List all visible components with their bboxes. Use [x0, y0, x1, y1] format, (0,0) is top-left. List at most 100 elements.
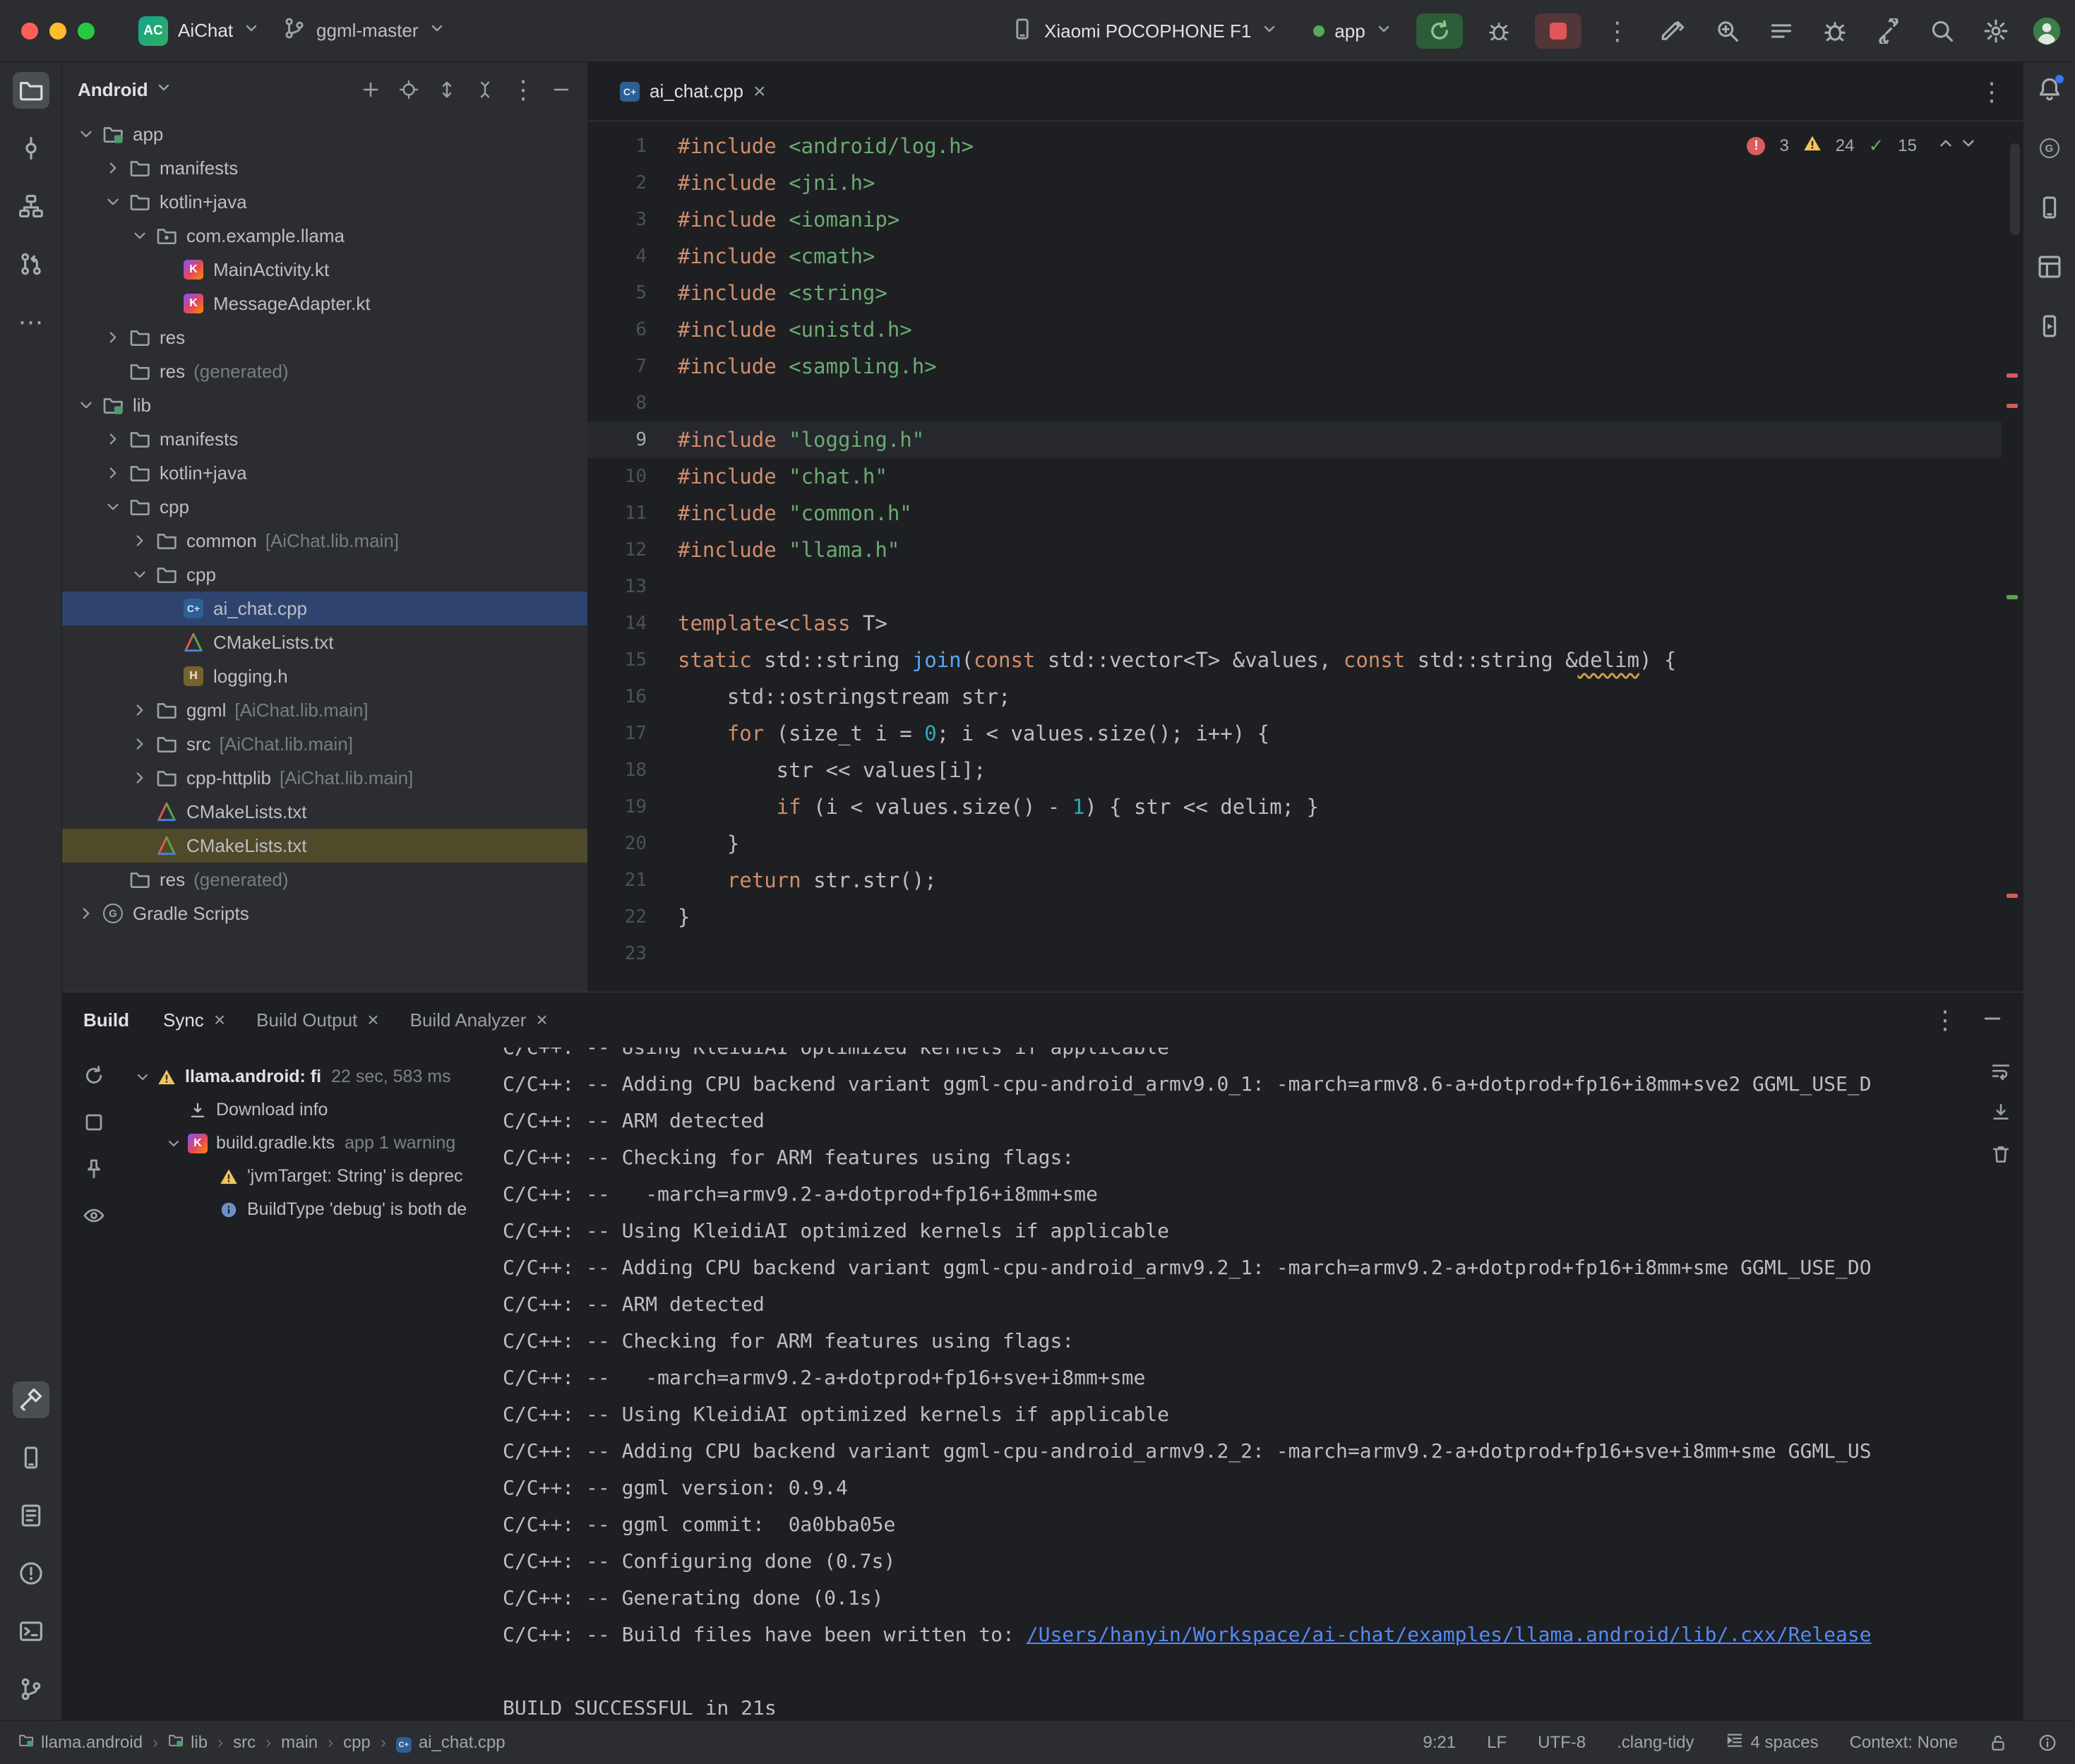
tree-item-logging-h[interactable]: Hlogging.h: [62, 659, 587, 693]
line-number[interactable]: 14: [587, 605, 678, 642]
tree-item-messageadapter-kt[interactable]: KMessageAdapter.kt: [62, 287, 587, 320]
ai-assistant-icon[interactable]: [1656, 13, 1692, 49]
expand-all-icon[interactable]: [431, 73, 463, 106]
tree-item-res[interactable]: res: [62, 320, 587, 354]
chevron-right-icon[interactable]: [100, 159, 126, 177]
breadcrumb-item-src[interactable]: src: [233, 1733, 256, 1753]
editor-options-button[interactable]: ⋮: [1979, 79, 2004, 104]
close-tab-icon[interactable]: ×: [536, 1009, 547, 1031]
chevron-down-icon[interactable]: [73, 125, 99, 143]
notifications-icon[interactable]: [2031, 71, 2068, 107]
error-stripe[interactable]: [2002, 122, 2023, 992]
build-tab-build-analyzer[interactable]: Build Analyzer×: [410, 1009, 548, 1031]
line-number[interactable]: 20: [587, 825, 678, 862]
line-number[interactable]: 13: [587, 568, 678, 605]
chevron-right-icon[interactable]: [100, 328, 126, 347]
tree-item-com-example-llama[interactable]: com.example.llama: [62, 219, 587, 253]
build-panel-title[interactable]: Build: [83, 1009, 129, 1031]
build-tree-item-llama-android-fi[interactable]: llama.android: fi22 sec, 583 ms: [126, 1060, 503, 1093]
tree-item-cmakelists-txt[interactable]: CMakeLists.txt: [62, 829, 587, 863]
clear-icon[interactable]: [1990, 1144, 2011, 1168]
user-avatar[interactable]: [2031, 16, 2062, 47]
close-tab-icon[interactable]: ×: [753, 80, 766, 104]
project-icon[interactable]: [13, 72, 49, 109]
tree-item-cpp[interactable]: cpp: [62, 558, 587, 592]
stop-button[interactable]: [1535, 13, 1581, 49]
project-view-selector[interactable]: Android: [78, 79, 172, 101]
tree-item-res[interactable]: res(generated): [62, 863, 587, 896]
collapse-all-icon[interactable]: [469, 73, 501, 106]
zoom-window-button[interactable]: [78, 23, 95, 40]
task-list-icon[interactable]: [1763, 13, 1800, 49]
line-number[interactable]: 7: [587, 348, 678, 385]
terminal-icon[interactable]: [13, 1613, 49, 1650]
line-number[interactable]: 18: [587, 752, 678, 788]
tree-item-ggml[interactable]: ggml[AiChat.lib.main]: [62, 693, 587, 727]
chevron-right-icon[interactable]: [127, 735, 153, 753]
line-number[interactable]: 5: [587, 275, 678, 311]
line-number[interactable]: 19: [587, 788, 678, 825]
run-configuration-selector[interactable]: app: [1302, 15, 1403, 48]
chevron-right-icon[interactable]: [127, 532, 153, 550]
chevron-right-icon[interactable]: [127, 701, 153, 719]
build-tree-item-buildtype-debug-is-both-de[interactable]: BuildType 'debug' is both de: [126, 1193, 503, 1226]
rerun-button[interactable]: [1416, 13, 1463, 49]
line-separator[interactable]: LF: [1487, 1733, 1507, 1753]
breadcrumb-item-cpp[interactable]: cpp: [343, 1733, 371, 1753]
refresh-icon[interactable]: [78, 1060, 109, 1091]
error-stripe-mark[interactable]: [2007, 595, 2018, 599]
context-widget[interactable]: Context: None: [1850, 1733, 1958, 1753]
gradle-icon[interactable]: G: [2031, 130, 2068, 167]
commit-icon[interactable]: [13, 130, 49, 167]
chevron-right-icon[interactable]: [100, 430, 126, 448]
editor-scrollbar[interactable]: [2010, 143, 2020, 235]
previous-problem-icon[interactable]: [1937, 134, 1955, 157]
more-v-icon[interactable]: ⋮: [507, 73, 539, 106]
build-tree-item-jvmtarget-string-is-deprec[interactable]: 'jvmTarget: String' is deprec: [126, 1160, 503, 1193]
build-icon[interactable]: [13, 1381, 49, 1418]
preview-icon[interactable]: [78, 1200, 109, 1231]
breadcrumb-item-ai-chat-cpp[interactable]: C+ai_chat.cpp: [396, 1732, 506, 1753]
code-area[interactable]: 1#include <android/log.h>2#include <jni.…: [587, 122, 2002, 992]
chevron-down-icon[interactable]: [162, 1135, 185, 1152]
line-number[interactable]: 11: [587, 495, 678, 532]
tree-item-cmakelists-txt[interactable]: CMakeLists.txt: [62, 625, 587, 659]
minimize-window-button[interactable]: [49, 23, 66, 40]
breadcrumb-item-main[interactable]: main: [281, 1733, 318, 1753]
chevron-down-icon[interactable]: [73, 396, 99, 414]
device-explorer-icon[interactable]: [13, 1439, 49, 1476]
debug-button[interactable]: [1476, 13, 1522, 49]
tree-item-res[interactable]: res(generated): [62, 354, 587, 388]
tree-item-app[interactable]: app: [62, 117, 587, 151]
clang-tidy-widget[interactable]: .clang-tidy: [1617, 1733, 1694, 1753]
line-number[interactable]: 1: [587, 128, 678, 164]
tree-item-cpp[interactable]: cpp: [62, 490, 587, 524]
chevron-down-icon[interactable]: [100, 193, 126, 211]
logcat-icon[interactable]: [13, 1497, 49, 1534]
close-tab-icon[interactable]: ×: [367, 1009, 378, 1031]
hide-icon[interactable]: [545, 73, 578, 106]
caret-position[interactable]: 9:21: [1423, 1733, 1456, 1753]
tree-item-lib[interactable]: lib: [62, 388, 587, 422]
add-icon[interactable]: [354, 73, 387, 106]
problems-icon[interactable]: [13, 1555, 49, 1592]
line-number[interactable]: 3: [587, 201, 678, 238]
version-control-icon[interactable]: [13, 1671, 49, 1708]
chevron-down-icon[interactable]: [127, 227, 153, 245]
pin-icon[interactable]: [78, 1153, 109, 1184]
locate-icon[interactable]: [393, 73, 425, 106]
build-tree-item-build-gradle-kts[interactable]: Kbuild.gradle.ktsapp 1 warning: [126, 1127, 503, 1160]
tree-item-kotlin-java[interactable]: kotlin+java: [62, 185, 587, 219]
scroll-end-icon[interactable]: [1990, 1102, 2011, 1127]
settings-icon[interactable]: [1978, 13, 2014, 49]
tree-item-mainactivity-kt[interactable]: KMainActivity.kt: [62, 253, 587, 287]
error-stripe-mark[interactable]: [2007, 373, 2018, 378]
more-run-options-button[interactable]: ⋮: [1594, 13, 1641, 49]
notifications-status-icon[interactable]: [2038, 1734, 2057, 1752]
file-encoding[interactable]: UTF-8: [1538, 1733, 1586, 1753]
tree-item-ai-chat-cpp[interactable]: C+ai_chat.cpp: [62, 592, 587, 625]
layout-inspector-icon[interactable]: [2031, 248, 2068, 285]
build-tree-item-download-info[interactable]: Download info: [126, 1093, 503, 1127]
debug-tools-icon[interactable]: [1817, 13, 1853, 49]
line-number[interactable]: 6: [587, 311, 678, 348]
